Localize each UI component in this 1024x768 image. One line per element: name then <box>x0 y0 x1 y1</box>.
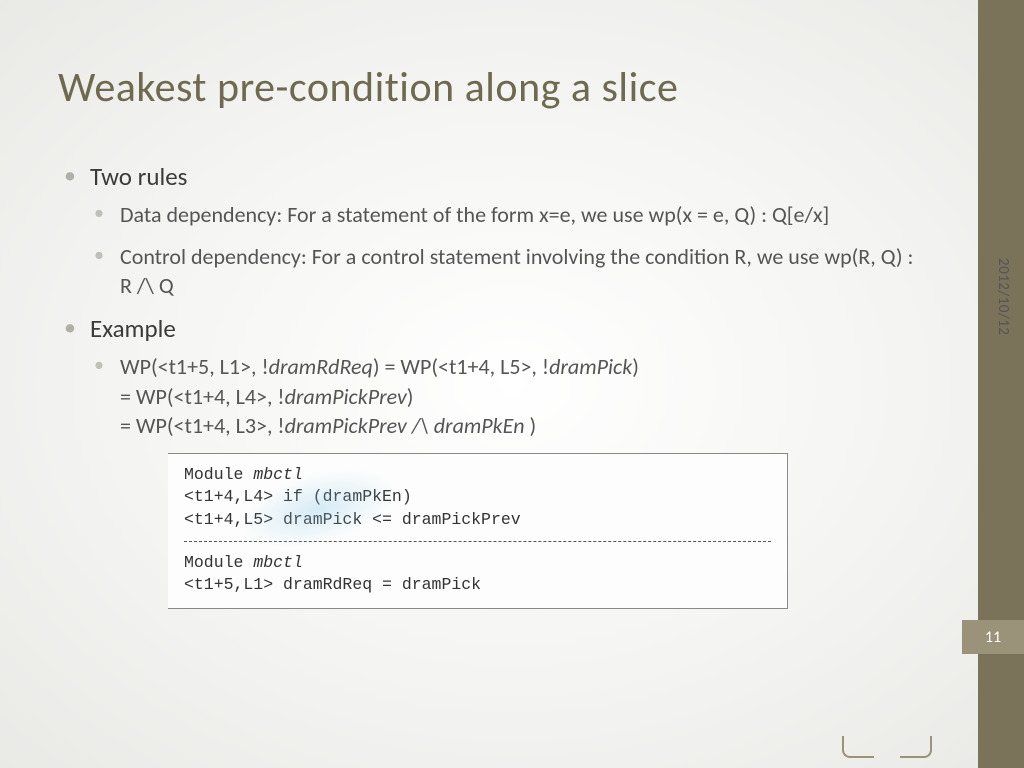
code-divider <box>184 541 771 542</box>
bullet-wp-derivation: WP(<t1+5, L1>, !dramRdReq) = WP(<t1+4, L… <box>90 352 928 441</box>
wp-ital: dramRdReq <box>269 353 373 380</box>
sub-list: Data dependency: For a statement of the … <box>90 200 928 301</box>
bullet-list: Two rules Data dependency: For a stateme… <box>58 161 928 441</box>
wp-seg: = WP(<t1+4, L3>, ! <box>120 412 285 439</box>
code-line: <t1+4,L5> dramPick <= dramPickPrev <box>184 509 771 531</box>
wp-ital: dramPickPrev <box>285 383 407 410</box>
page-number: 11 <box>962 620 1024 654</box>
bullet-text: Example <box>90 313 176 344</box>
bullet-text: Two rules <box>90 161 187 192</box>
code-seg: Module <box>184 553 253 572</box>
wp-ital: dramPickPrev /\ dramPkEn <box>285 412 525 439</box>
code-line: Module mbctl <box>184 464 771 486</box>
code-line: <t1+4,L4> if (dramPkEn) <box>184 486 771 508</box>
slide-title: Weakest pre-condition along a slice <box>58 62 928 113</box>
slide-date: 2012/10/12 <box>994 258 1012 335</box>
sub-list: WP(<t1+5, L1>, !dramRdReq) = WP(<t1+4, L… <box>90 352 928 441</box>
wp-seg: WP(<t1+5, L1>, ! <box>120 353 269 380</box>
bullet-two-rules: Two rules Data dependency: For a stateme… <box>58 161 928 301</box>
bullet-example: Example WP(<t1+5, L1>, !dramRdReq) = WP(… <box>58 313 928 441</box>
bullet-ctrl-dep: Control dependency: For a control statem… <box>90 242 928 301</box>
code-listing: Module mbctl <t1+4,L4> if (dramPkEn) <t1… <box>168 453 788 609</box>
wp-seg: ) <box>407 383 414 410</box>
wp-seg: ) <box>525 412 537 439</box>
code-ital: mbctl <box>253 465 303 484</box>
code-line: Module mbctl <box>184 552 771 574</box>
wp-ital: dramPick <box>549 353 632 380</box>
bullet-data-dep: Data dependency: For a statement of the … <box>90 200 928 230</box>
wp-seg: ) <box>632 353 639 380</box>
wp-seg: = WP(<t1+4, L4>, ! <box>120 383 285 410</box>
footer-bracket <box>842 732 932 762</box>
code-ital: mbctl <box>253 553 303 572</box>
wp-seg: ) = WP(<t1+4, L5>, ! <box>373 353 549 380</box>
code-seg: Module <box>184 465 253 484</box>
slide-body: Weakest pre-condition along a slice Two … <box>58 62 928 609</box>
code-line: <t1+5,L1> dramRdReq = dramPick <box>184 574 771 596</box>
